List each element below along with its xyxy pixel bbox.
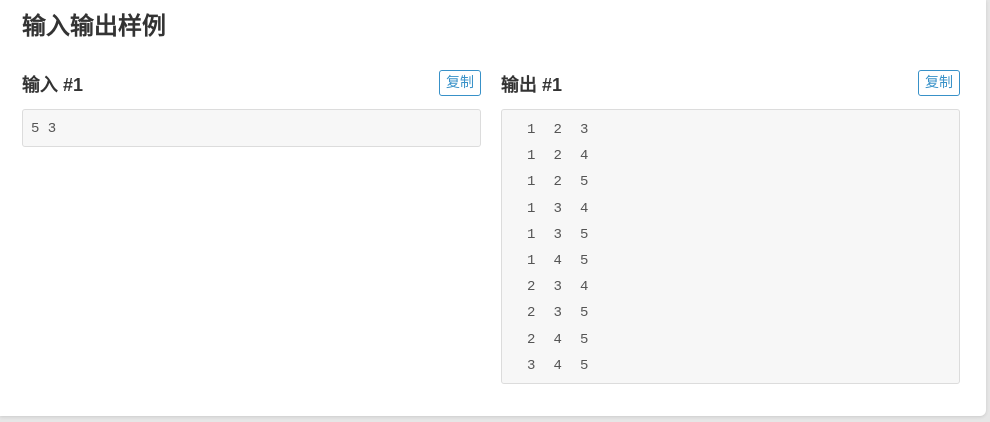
output-value: 4: [553, 357, 562, 374]
output-value: 5: [580, 305, 589, 322]
output-value: 5: [580, 331, 589, 348]
sample-io-card: 输入输出样例 输入 #1 复制 5 3 输出 #1 复制 12312412513…: [0, 0, 986, 416]
input-code-block: 5 3: [22, 109, 481, 147]
output-value: 5: [580, 357, 589, 374]
output-line: 34 5: [502, 353, 959, 379]
output-line: 23 5: [502, 300, 959, 326]
output-value: 1: [527, 148, 536, 165]
output-line: 24 5: [502, 327, 959, 353]
input-sample-header: 输入 #1 复制: [22, 70, 481, 100]
output-value: 5: [580, 226, 589, 243]
output-value: 2: [553, 122, 562, 138]
output-value: 4: [553, 331, 562, 348]
output-line: 12 4: [502, 143, 959, 169]
output-value: 3: [580, 122, 589, 138]
input-sample-title: 输入 #1: [22, 75, 84, 95]
output-value: 2: [527, 279, 536, 296]
output-value: 1: [527, 226, 536, 243]
output-line: 13 4: [502, 196, 959, 222]
output-value: 2: [553, 148, 562, 165]
output-value: 1: [527, 174, 536, 191]
copy-input-button[interactable]: 复制: [439, 70, 481, 96]
output-value: 3: [527, 357, 536, 374]
output-value: 4: [580, 279, 589, 296]
section-title: 输入输出样例: [22, 13, 166, 40]
output-sample-title: 输出 #1: [501, 75, 563, 95]
output-line: 12 5: [502, 169, 959, 195]
output-line: 14 5: [502, 248, 959, 274]
output-sample-header: 输出 #1 复制: [501, 70, 960, 100]
output-value: 1: [527, 122, 536, 138]
output-value: 3: [553, 279, 562, 296]
output-sample: 输出 #1 复制 123124125134135145234235245345: [501, 70, 960, 384]
output-value: 3: [553, 305, 562, 322]
output-value: 3: [553, 200, 562, 217]
output-value: 1: [527, 200, 536, 217]
output-value: 2: [527, 305, 536, 322]
copy-output-button[interactable]: 复制: [918, 70, 960, 96]
output-value: 5: [580, 252, 589, 269]
output-value: 4: [580, 200, 589, 217]
output-value: 3: [553, 226, 562, 243]
output-value: 2: [527, 331, 536, 348]
output-value: 2: [553, 174, 562, 191]
output-value: 5: [580, 174, 589, 191]
output-line: 1 2 3: [502, 117, 959, 143]
output-line: 23 4: [502, 274, 959, 300]
input-sample: 输入 #1 复制 5 3: [22, 70, 481, 147]
output-value: 1: [527, 252, 536, 269]
output-line: 13 5: [502, 222, 959, 248]
output-value: 4: [553, 252, 562, 269]
output-value: 4: [580, 148, 589, 165]
output-code-block: 123124125134135145234235245345: [501, 109, 960, 384]
